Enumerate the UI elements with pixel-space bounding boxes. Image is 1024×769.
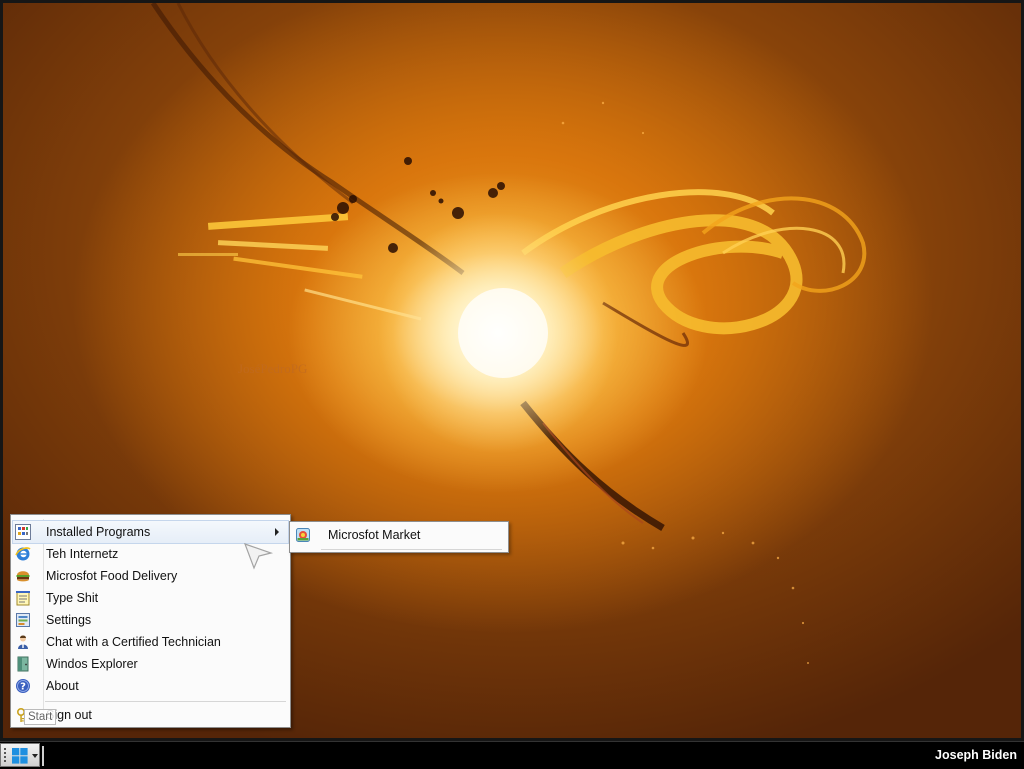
submenu-item-label: Microsfot Market [328,528,421,542]
settings-icon [15,612,31,628]
user-name[interactable]: Joseph Biden [935,748,1017,762]
wallpaper-watermark: JoséPedroPG [238,361,307,376]
help-icon: ? [15,678,31,694]
windows-logo-icon [12,748,28,764]
programs-grid-icon [15,524,31,540]
burger-icon [15,568,31,584]
menu-item-label: Microsfot Food Delivery [46,569,178,583]
internet-explorer-icon [15,546,31,562]
chevron-down-icon [32,754,38,758]
menu-item-about[interactable]: ? About [13,675,288,697]
mouse-cursor-icon [244,543,274,570]
menu-item-windos-explorer[interactable]: Windos Explorer [13,653,288,675]
taskbar-grip [4,748,6,764]
menu-item-label: About [46,679,79,693]
menu-item-installed-programs[interactable]: Installed Programs [12,520,289,544]
menu-item-label: Type Shit [46,591,99,605]
menu-item-settings[interactable]: Settings [13,609,288,631]
taskbar-separator [42,746,44,766]
menu-item-label: Installed Programs [46,525,151,539]
menu-separator [45,701,286,702]
submenu-arrow-icon [275,528,279,536]
submenu-separator [321,549,502,550]
menu-item-chat-technician[interactable]: Chat with a Certified Technician [13,631,288,653]
menu-item-type-shit[interactable]: Type Shit [13,587,288,609]
menu-item-label: Chat with a Certified Technician [46,635,221,649]
start-tooltip: Start [24,709,57,725]
menu-item-label: Teh Internetz [46,547,119,561]
notepad-icon [15,590,31,606]
submenu-item-microsfot-market[interactable]: Microsfot Market [292,524,506,546]
taskbar: Joseph Biden [0,741,1024,769]
installed-programs-submenu: Microsfot Market [289,521,509,553]
start-button[interactable] [0,743,40,767]
menu-item-label: Settings [46,613,92,627]
technician-icon [15,634,31,650]
menu-item-label: Windos Explorer [46,657,138,671]
market-icon [295,527,311,543]
svg-text:?: ? [20,682,26,693]
explorer-icon [15,656,31,672]
